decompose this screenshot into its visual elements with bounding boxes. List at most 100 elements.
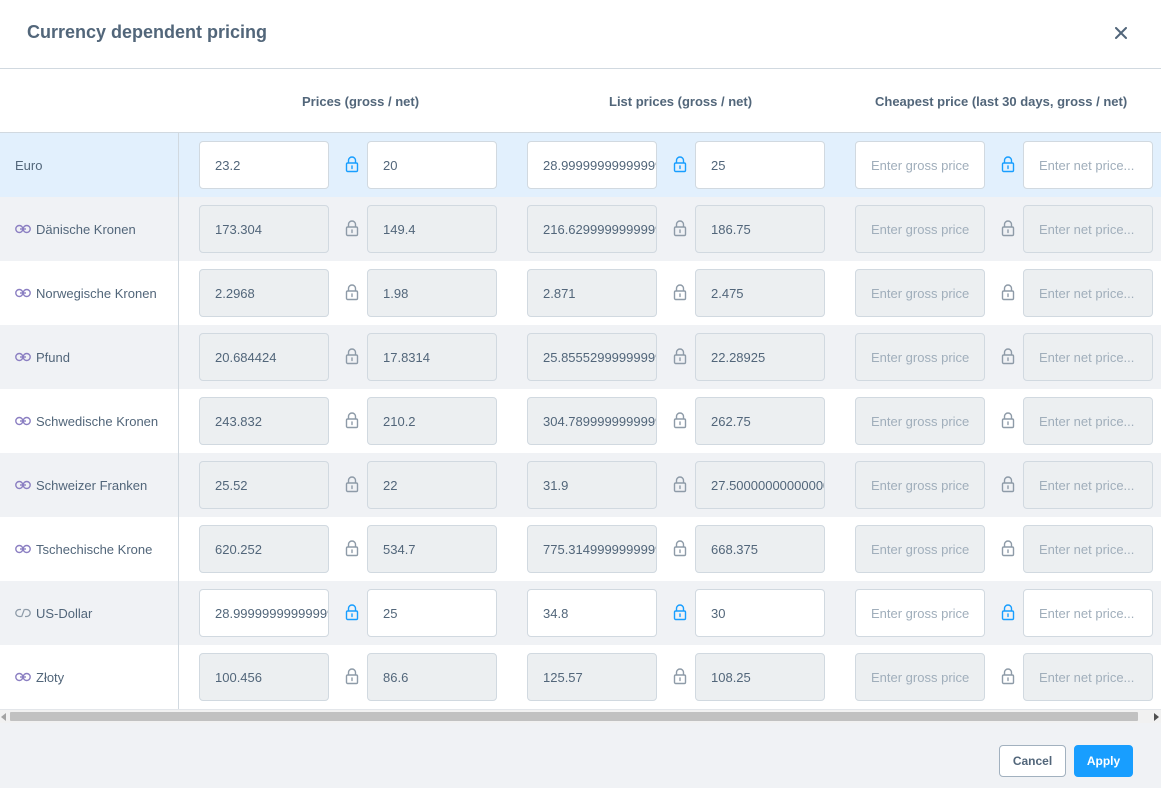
list-price-gross-input[interactable]: 775.3149999999999 [527, 525, 657, 573]
list-price-net-input[interactable]: 22.28925 [695, 333, 825, 381]
cheapest-price-gross-input[interactable]: Enter gross price [855, 205, 985, 253]
list-price-net-input[interactable]: 186.75 [695, 205, 825, 253]
list-price-net-input[interactable]: 668.375 [695, 525, 825, 573]
link-icon[interactable] [15, 416, 36, 426]
price-gross-input[interactable]: 243.832 [199, 397, 329, 445]
list-price-gross-input[interactable]: 2.871 [527, 269, 657, 317]
lock-icon[interactable] [345, 667, 359, 685]
cheapest-price-net-input[interactable]: Enter net price... [1023, 333, 1153, 381]
cancel-button[interactable]: Cancel [999, 745, 1066, 777]
price-net-input[interactable]: 1.98 [367, 269, 497, 317]
cheapest-price-net-input[interactable]: Enter net price... [1023, 461, 1153, 509]
link-icon[interactable] [15, 288, 36, 298]
lock-icon[interactable] [673, 219, 687, 237]
price-net-input[interactable]: 22 [367, 461, 497, 509]
currency-name: Schwedische Kronen [15, 389, 158, 453]
lock-icon[interactable] [1001, 539, 1015, 557]
lock-icon[interactable] [345, 411, 359, 429]
cheapest-price-net-input[interactable]: Enter net price... [1023, 589, 1153, 637]
lock-icon[interactable] [1001, 475, 1015, 493]
price-gross-input[interactable]: 173.304 [199, 205, 329, 253]
currency-name: Euro [15, 133, 42, 197]
lock-icon[interactable] [345, 347, 359, 365]
horizontal-scrollbar[interactable] [0, 709, 1161, 723]
list-price-gross-input[interactable]: 216.62999999999997 [527, 205, 657, 253]
list-price-net-input[interactable]: 30 [695, 589, 825, 637]
apply-button[interactable]: Apply [1074, 745, 1133, 777]
lock-icon[interactable] [1001, 283, 1015, 301]
lock-icon[interactable] [673, 539, 687, 557]
cheapest-price-net-input[interactable]: Enter net price... [1023, 205, 1153, 253]
cheapest-price-gross-input[interactable]: Enter gross price [855, 397, 985, 445]
link-icon[interactable] [15, 352, 36, 362]
lock-icon[interactable] [345, 283, 359, 301]
cheapest-price-gross-input[interactable]: Enter gross price [855, 461, 985, 509]
price-gross-input[interactable]: 23.2 [199, 141, 329, 189]
cheapest-price-gross-input[interactable]: Enter gross price [855, 141, 985, 189]
price-net-input[interactable]: 20 [367, 141, 497, 189]
lock-icon[interactable] [345, 219, 359, 237]
scroll-right-icon[interactable] [1154, 713, 1159, 721]
lock-icon[interactable] [673, 411, 687, 429]
cheapest-price-net-input[interactable]: Enter net price... [1023, 269, 1153, 317]
price-net-input[interactable]: 86.6 [367, 653, 497, 701]
cheapest-price-gross-input[interactable]: Enter gross price [855, 589, 985, 637]
list-price-net-input[interactable]: 262.75 [695, 397, 825, 445]
cheapest-price-gross-input[interactable]: Enter gross price [855, 269, 985, 317]
link-icon[interactable] [15, 224, 36, 234]
lock-icon[interactable] [345, 475, 359, 493]
lock-icon[interactable] [1001, 411, 1015, 429]
lock-icon[interactable] [673, 347, 687, 365]
cheapest-price-gross-input[interactable]: Enter gross price [855, 333, 985, 381]
scrollbar-thumb[interactable] [10, 712, 1138, 721]
list-price-net-input-value: 22.28925 [711, 349, 766, 365]
unlink-icon[interactable] [15, 608, 36, 618]
link-icon[interactable] [15, 480, 36, 490]
price-gross-input[interactable]: 28.99999999999999 [199, 589, 329, 637]
lock-icon[interactable] [1001, 667, 1015, 685]
list-price-gross-input[interactable]: 125.57 [527, 653, 657, 701]
lock-icon[interactable] [673, 283, 687, 301]
price-net-input[interactable]: 534.7 [367, 525, 497, 573]
cheapest-price-net-input[interactable]: Enter net price... [1023, 141, 1153, 189]
lock-icon[interactable] [673, 603, 687, 621]
lock-icon[interactable] [1001, 603, 1015, 621]
list-price-gross-input[interactable]: 34.8 [527, 589, 657, 637]
lock-icon[interactable] [673, 475, 687, 493]
price-gross-input[interactable]: 20.684424 [199, 333, 329, 381]
currency-name: Pfund [15, 325, 70, 389]
lock-icon[interactable] [1001, 155, 1015, 173]
cheapest-price-gross-input[interactable]: Enter gross price [855, 653, 985, 701]
list-price-net-input[interactable]: 108.25 [695, 653, 825, 701]
price-gross-input[interactable]: 100.456 [199, 653, 329, 701]
list-price-gross-input[interactable]: 28.99999999999999 [527, 141, 657, 189]
cheapest-price-gross-input[interactable]: Enter gross price [855, 525, 985, 573]
lock-icon[interactable] [673, 667, 687, 685]
price-net-input[interactable]: 17.8314 [367, 333, 497, 381]
lock-icon[interactable] [345, 603, 359, 621]
list-price-gross-input[interactable]: 31.9 [527, 461, 657, 509]
cheapest-price-net-input[interactable]: Enter net price... [1023, 525, 1153, 573]
price-net-input[interactable]: 149.4 [367, 205, 497, 253]
link-icon[interactable] [15, 544, 36, 554]
list-price-net-input[interactable]: 25 [695, 141, 825, 189]
price-gross-input[interactable]: 25.52 [199, 461, 329, 509]
list-price-net-input[interactable]: 2.475 [695, 269, 825, 317]
list-price-gross-input[interactable]: 25.855529999999998 [527, 333, 657, 381]
scroll-left-icon[interactable] [1, 713, 6, 721]
lock-icon[interactable] [1001, 347, 1015, 365]
price-gross-input[interactable]: 620.252 [199, 525, 329, 573]
lock-icon[interactable] [345, 539, 359, 557]
link-icon[interactable] [15, 672, 36, 682]
close-icon[interactable] [1110, 22, 1132, 44]
cheapest-price-net-input[interactable]: Enter net price... [1023, 653, 1153, 701]
price-net-input[interactable]: 210.2 [367, 397, 497, 445]
lock-icon[interactable] [673, 155, 687, 173]
cheapest-price-net-input[interactable]: Enter net price... [1023, 397, 1153, 445]
list-price-net-input[interactable]: 27.500000000000004 [695, 461, 825, 509]
price-gross-input[interactable]: 2.2968 [199, 269, 329, 317]
lock-icon[interactable] [1001, 219, 1015, 237]
list-price-gross-input[interactable]: 304.78999999999996 [527, 397, 657, 445]
price-net-input[interactable]: 25 [367, 589, 497, 637]
lock-icon[interactable] [345, 155, 359, 173]
